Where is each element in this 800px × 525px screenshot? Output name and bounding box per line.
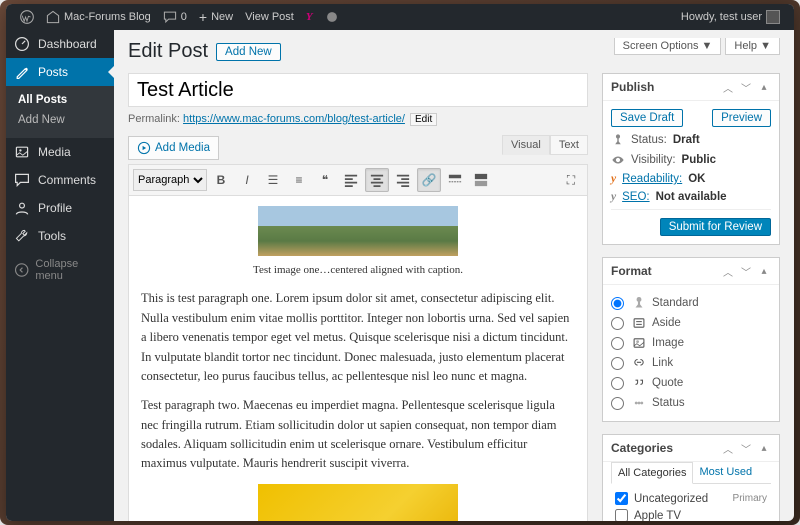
menu-tools[interactable]: Tools	[6, 222, 114, 250]
align-left-button[interactable]	[339, 168, 363, 192]
submenu-all-posts[interactable]: All Posts	[6, 90, 114, 110]
avatar	[766, 10, 780, 24]
menu-comments[interactable]: Comments	[6, 166, 114, 194]
more-button[interactable]	[443, 168, 467, 192]
number-list-button[interactable]: ≡	[287, 168, 311, 192]
format-title: Format	[611, 264, 717, 278]
save-draft-button[interactable]: Save Draft	[611, 109, 683, 127]
comments-link[interactable]: 0	[157, 4, 193, 30]
format-option-aside[interactable]: Aside	[611, 313, 771, 333]
categories-title: Categories	[611, 441, 717, 455]
collapse-menu[interactable]: Collapse menu	[6, 250, 114, 290]
visibility-row: Visibility: Public	[611, 153, 771, 167]
chevron-down-icon[interactable]: ﹀	[739, 264, 753, 278]
publish-title: Publish	[611, 80, 717, 94]
page-title: Edit Post	[128, 40, 208, 63]
permalink-edit-button[interactable]: Edit	[410, 113, 437, 126]
chevron-up-icon[interactable]: ︿	[721, 80, 735, 94]
link-button[interactable]: 🔗	[417, 168, 441, 192]
align-right-button[interactable]	[391, 168, 415, 192]
post-title-input[interactable]	[128, 73, 588, 107]
help-button[interactable]: Help ▼	[725, 38, 780, 55]
category-apple-tv[interactable]: Apple TV	[615, 507, 767, 521]
toggle-icon[interactable]: ▴	[757, 441, 771, 455]
admin-sidebar: Dashboard Posts All Posts Add New Media …	[6, 30, 114, 521]
new-link[interactable]: +New	[193, 4, 239, 30]
format-option-image[interactable]: Image	[611, 333, 771, 353]
image-caption: Test image one…centered aligned with cap…	[141, 262, 575, 279]
tab-visual[interactable]: Visual	[502, 135, 550, 155]
eye-icon	[611, 153, 625, 167]
view-post-link[interactable]: View Post	[239, 4, 300, 30]
categories-box: Categories ︿ ﹀ ▴ All Categories Most Used U…	[602, 434, 780, 521]
chevron-up-icon[interactable]: ︿	[721, 441, 735, 455]
editor-toolbar: Paragraph B I ☰ ≡ ❝ 🔗 ⛶	[128, 164, 588, 196]
bullet-list-button[interactable]: ☰	[261, 168, 285, 192]
fullscreen-button[interactable]: ⛶	[559, 168, 583, 192]
pin-icon	[611, 133, 625, 147]
content-image-2	[258, 484, 458, 521]
permalink: Permalink: https://www.mac-forums.com/bl…	[128, 113, 588, 126]
paragraph-1: This is test paragraph one. Lorem ipsum …	[141, 289, 575, 386]
cat-tab-most-used[interactable]: Most Used	[693, 462, 758, 483]
paragraph-2: Test paragraph two. Maecenas eu imperdie…	[141, 396, 575, 474]
toggle-icon[interactable]: ▴	[757, 264, 771, 278]
add-media-button[interactable]: Add Media	[128, 136, 219, 160]
submenu-posts: All Posts Add New	[6, 86, 114, 138]
submenu-add-new[interactable]: Add New	[6, 110, 114, 130]
menu-dashboard[interactable]: Dashboard	[6, 30, 114, 58]
category-uncategorized[interactable]: UncategorizedPrimary	[615, 490, 767, 507]
content-area: Screen Options ▼ Help ▼ Edit Post Add Ne…	[114, 30, 794, 521]
submit-review-button[interactable]: Submit for Review	[660, 218, 771, 236]
content-image-1	[258, 206, 458, 256]
admin-bar: Mac-Forums Blog 0 +New View Post Y Howdy…	[6, 4, 794, 30]
yoast-link[interactable]: Y	[300, 4, 319, 30]
screen-options-button[interactable]: Screen Options ▼	[614, 38, 722, 55]
format-option-link[interactable]: Link	[611, 353, 771, 373]
toggle-icon[interactable]: ▴	[757, 80, 771, 94]
publish-box: Publish ︿ ﹀ ▴ Save Draft Preview Status: Dr…	[602, 73, 780, 245]
preview-button[interactable]: Preview	[712, 109, 771, 127]
permalink-link[interactable]: https://www.mac-forums.com/blog/test-art…	[183, 113, 405, 125]
add-new-button[interactable]: Add New	[216, 43, 281, 61]
primary-label: Primary	[733, 493, 767, 504]
format-select[interactable]: Paragraph	[133, 169, 207, 191]
chevron-down-icon[interactable]: ﹀	[739, 441, 753, 455]
seo-row: ySEO: Not available	[611, 191, 771, 203]
format-option-quote[interactable]: Quote	[611, 373, 771, 393]
tab-text[interactable]: Text	[550, 135, 588, 155]
site-name: Mac-Forums Blog	[64, 11, 151, 23]
format-option-status[interactable]: Status	[611, 393, 771, 413]
wp-logo[interactable]	[14, 4, 40, 30]
status-row: Status: Draft	[611, 133, 771, 147]
chevron-up-icon[interactable]: ︿	[721, 264, 735, 278]
howdy-link[interactable]: Howdy, test user	[675, 4, 786, 30]
bold-button[interactable]: B	[209, 168, 233, 192]
menu-profile[interactable]: Profile	[6, 194, 114, 222]
readability-row: yReadability: OK	[611, 173, 771, 185]
align-center-button[interactable]	[365, 168, 389, 192]
format-box: Format ︿ ﹀ ▴ StandardAsideImageLinkQuoteSta…	[602, 257, 780, 422]
cat-tab-all[interactable]: All Categories	[611, 462, 693, 484]
plugin-icon[interactable]	[319, 4, 345, 30]
editor-body[interactable]: Test image one…centered aligned with cap…	[128, 196, 588, 521]
italic-button[interactable]: I	[235, 168, 259, 192]
toolbar-toggle-button[interactable]	[469, 168, 493, 192]
new-label: New	[211, 11, 233, 23]
chevron-down-icon[interactable]: ﹀	[739, 80, 753, 94]
site-name-link[interactable]: Mac-Forums Blog	[40, 4, 157, 30]
quote-button[interactable]: ❝	[313, 168, 337, 192]
menu-posts[interactable]: Posts	[6, 58, 114, 86]
comment-count: 0	[181, 11, 187, 23]
format-option-standard[interactable]: Standard	[611, 293, 771, 313]
menu-media[interactable]: Media	[6, 138, 114, 166]
